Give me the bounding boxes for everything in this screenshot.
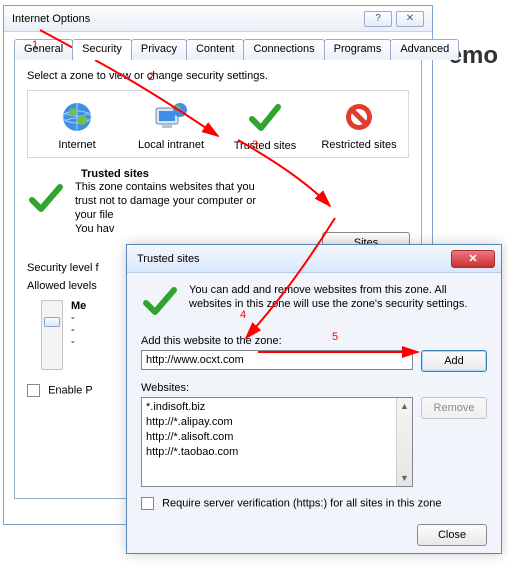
scroll-down-icon[interactable]: ▼ [397, 470, 412, 486]
tab-connections[interactable]: Connections [243, 39, 324, 60]
tab-privacy[interactable]: Privacy [131, 39, 187, 60]
close-button[interactable]: ✕ [396, 11, 424, 27]
add-website-label: Add this website to the zone: [141, 335, 487, 347]
list-item[interactable]: http://*.alipay.com [146, 415, 392, 430]
add-website-input[interactable] [141, 350, 413, 370]
zone-trusted-sites[interactable]: Trusted sites [225, 97, 305, 153]
zone-detail-group: Trusted sites This zone contains website… [27, 168, 409, 236]
level-name: Me [71, 300, 86, 312]
zone-label: Local intranet [131, 139, 211, 151]
list-item[interactable]: http://*.alisoft.com [146, 430, 392, 445]
add-button[interactable]: Add [421, 350, 487, 372]
tab-programs[interactable]: Programs [324, 39, 392, 60]
scrollbar[interactable]: ▲ ▼ [396, 398, 412, 486]
trusted-sites-title: Trusted sites [137, 253, 200, 265]
check-icon [226, 98, 304, 138]
zone-label: Trusted sites [226, 140, 304, 152]
no-entry-icon [319, 97, 399, 137]
require-https-row: Require server verification (https:) for… [141, 497, 487, 510]
globe-icon [37, 97, 117, 137]
check-icon [141, 283, 179, 321]
zone-local-intranet[interactable]: Local intranet [131, 97, 211, 153]
tab-general[interactable]: General [14, 39, 73, 60]
scroll-up-icon[interactable]: ▲ [397, 398, 412, 414]
websites-listbox[interactable]: *.indisoft.biz http://*.alipay.com http:… [141, 397, 413, 487]
check-icon [27, 180, 65, 218]
zone-detail-title: Trusted sites [81, 168, 409, 180]
require-https-checkbox[interactable] [141, 497, 154, 510]
websites-label: Websites: [141, 382, 487, 394]
zone-restricted-sites[interactable]: Restricted sites [319, 97, 399, 153]
require-https-label: Require server verification (https:) for… [162, 497, 441, 509]
zone-detail-desc: This zone contains websites that you tru… [75, 180, 295, 236]
close-button[interactable]: Close [417, 524, 487, 546]
tab-advanced[interactable]: Advanced [390, 39, 459, 60]
remove-button[interactable]: Remove [421, 397, 487, 419]
zone-internet[interactable]: Internet [37, 97, 117, 153]
zone-label: Internet [37, 139, 117, 151]
close-icon[interactable]: ✕ [451, 250, 495, 268]
internet-options-title: Internet Options [12, 6, 90, 32]
internet-options-titlebar: Internet Options ? ✕ [4, 6, 432, 32]
tab-content[interactable]: Content [186, 39, 245, 60]
help-button[interactable]: ? [364, 11, 392, 27]
list-item[interactable]: *.indisoft.biz [146, 400, 392, 415]
computer-globe-icon [131, 97, 211, 137]
tab-strip: General Security Privacy Content Connect… [14, 38, 422, 59]
zone-label: Restricted sites [319, 139, 399, 151]
security-slider[interactable] [41, 300, 63, 370]
enable-protected-label: Enable P [48, 384, 93, 396]
level-bullet: - [71, 324, 86, 336]
zone-prompt: Select a zone to view or change security… [27, 70, 409, 82]
tab-security[interactable]: Security [72, 39, 132, 60]
level-bullet: - [71, 336, 86, 348]
trusted-sites-titlebar: Trusted sites ✕ [127, 245, 501, 273]
trusted-sites-info: You can add and remove websites from thi… [189, 283, 487, 321]
enable-protected-checkbox[interactable] [27, 384, 40, 397]
trusted-sites-dialog: Trusted sites ✕ You can add and remove w… [126, 244, 502, 554]
list-item[interactable]: http://*.taobao.com [146, 445, 392, 460]
zone-list: Internet Local intranet Trusted sites [27, 90, 409, 158]
level-bullet: - [71, 312, 86, 324]
